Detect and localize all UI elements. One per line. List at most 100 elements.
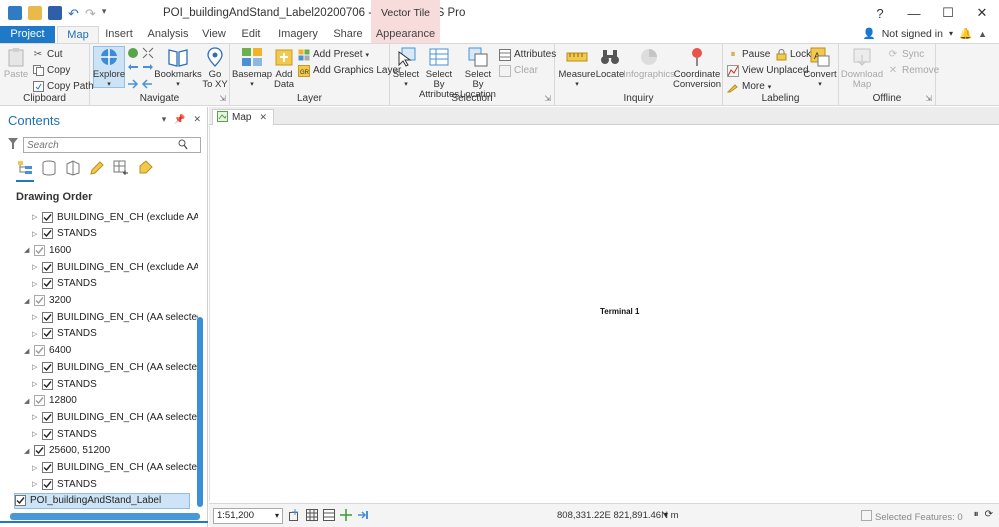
add-data-button[interactable]: Add Data [272, 46, 296, 90]
group-layer-row[interactable]: ◢ 3200 [24, 293, 71, 309]
scale-dropdown[interactable]: 1:51,200 ▾ [213, 508, 283, 524]
visibility-checkbox[interactable] [34, 445, 45, 457]
refresh-map-icon[interactable] [357, 509, 369, 521]
collapse-ribbon-icon[interactable]: ▲ [978, 29, 987, 39]
visibility-checkbox[interactable] [42, 261, 53, 273]
visibility-checkbox[interactable] [42, 311, 53, 323]
expand-caret-icon[interactable]: ▷ [32, 230, 40, 238]
bookmarks-button[interactable]: Bookmarks ▾ [154, 46, 202, 90]
select-by-location-button[interactable]: Select By Location [460, 46, 496, 100]
visibility-checkbox[interactable] [42, 228, 53, 240]
full-extent-icon[interactable] [127, 47, 139, 62]
collapse-caret-icon[interactable]: ◢ [24, 397, 32, 405]
expand-caret-icon[interactable]: ▷ [32, 363, 40, 371]
pane-options-icon[interactable]: ▾ [162, 114, 167, 125]
remove-offline-button[interactable]: ✕ Remove [887, 63, 939, 78]
visibility-checkbox[interactable] [42, 361, 53, 373]
list-by-drawing-order-icon[interactable] [16, 159, 34, 177]
layer-row[interactable]: ▷ BUILDING_EN_CH (AA selected) [32, 359, 198, 375]
vertical-scrollbar[interactable] [197, 317, 203, 507]
pause-drawing-icon[interactable]: ⏸ [974, 509, 979, 520]
zoom-to-selection-icon[interactable] [127, 79, 153, 92]
visibility-checkbox[interactable] [42, 428, 53, 440]
layer-row[interactable]: ▷ BUILDING_EN_CH (AA selected) [32, 409, 198, 425]
tab-project[interactable]: Project [0, 26, 55, 43]
more-labeling-button[interactable]: More ▾ [727, 79, 771, 94]
tab-edit[interactable]: Edit [236, 26, 266, 43]
add-preset-button[interactable]: Add Preset ▾ [298, 47, 369, 62]
visibility-checkbox[interactable] [42, 211, 53, 223]
layer-row[interactable]: ▷ BUILDING_EN_CH (AA selected) [32, 460, 198, 476]
navigate-launcher-icon[interactable]: ⇲ [219, 94, 226, 103]
select-button[interactable]: Select ▾ [393, 46, 419, 90]
expand-caret-icon[interactable]: ▷ [32, 413, 40, 421]
map-view-tab[interactable]: Map ✕ [212, 109, 274, 125]
expand-caret-icon[interactable]: ▷ [32, 213, 40, 221]
convert-labels-button[interactable]: A Convert ▾ [803, 46, 837, 90]
undo-icon[interactable]: ↶ [68, 6, 79, 21]
tab-insert[interactable]: Insert [100, 26, 138, 43]
list-by-selection-icon[interactable] [64, 159, 82, 177]
layer-row[interactable]: ▷ STANDS [32, 476, 97, 492]
attributes-button[interactable]: Attributes [499, 47, 556, 62]
search-icon[interactable] [178, 139, 188, 151]
list-by-labeling-icon[interactable] [136, 159, 154, 177]
selection-launcher-icon[interactable]: ⇲ [544, 94, 551, 103]
filter-icon[interactable] [8, 138, 18, 150]
view-unplaced-button[interactable]: View Unplaced [727, 63, 809, 78]
close-button[interactable]: ✕ [965, 0, 999, 26]
tab-appearance[interactable]: Appearance [371, 26, 440, 43]
group-layer-row[interactable]: ◢ 25600, 51200 [24, 443, 110, 459]
explore-button[interactable]: Explore ▾ [93, 46, 125, 90]
cut-button[interactable]: ✂ Cut [32, 47, 63, 62]
horizontal-scrollbar[interactable] [10, 513, 200, 520]
list-by-data-source-icon[interactable] [40, 159, 58, 177]
next-extent-icon[interactable] [142, 63, 154, 78]
visibility-checkbox[interactable] [42, 378, 53, 390]
tab-view[interactable]: View [198, 26, 230, 43]
visibility-checkbox[interactable] [34, 345, 45, 357]
layer-row[interactable]: ▷ STANDS [32, 226, 97, 242]
basemap-button[interactable]: Basemap ▾ [232, 46, 272, 90]
restore-button[interactable]: ☐ [931, 0, 965, 26]
select-by-attributes-button[interactable]: Select By Attributes [419, 46, 459, 100]
coordinate-conversion-button[interactable]: Coordinate Conversion [673, 46, 721, 90]
close-tab-icon[interactable]: ✕ [259, 112, 267, 123]
layer-row[interactable]: ▷ STANDS [32, 426, 97, 442]
layer-row[interactable]: ▷ BUILDING_EN_CH (exclude AA covered [32, 209, 198, 225]
copy-button[interactable]: Copy [32, 63, 70, 78]
visibility-checkbox[interactable] [34, 395, 45, 407]
notifications-icon[interactable]: 🔔 [959, 27, 972, 40]
expand-caret-icon[interactable]: ▷ [32, 313, 40, 321]
expand-caret-icon[interactable]: ▷ [32, 330, 40, 338]
tab-share[interactable]: Share [330, 26, 366, 43]
tab-imagery[interactable]: Imagery [276, 26, 320, 43]
list-by-snapping-icon[interactable] [112, 159, 130, 177]
expand-caret-icon[interactable]: ▷ [32, 263, 40, 271]
expand-caret-icon[interactable]: ▷ [32, 380, 40, 388]
visibility-checkbox[interactable] [42, 278, 53, 290]
expand-caret-icon[interactable]: ▷ [32, 464, 40, 472]
close-pane-icon[interactable]: ✕ [193, 114, 201, 125]
customize-qat-icon[interactable]: ▾ [102, 6, 107, 20]
top-layer-row[interactable]: POI_buildingAndStand_Label [14, 492, 190, 509]
refresh-icon[interactable]: ⟳ [985, 509, 993, 520]
copy-path-button[interactable]: Copy Path [32, 79, 94, 94]
add-graphics-layer-button[interactable]: GR Add Graphics Layer [298, 63, 401, 78]
layer-row[interactable]: ▷ STANDS [32, 376, 97, 392]
save-project-icon[interactable] [48, 6, 62, 20]
collapse-caret-icon[interactable]: ◢ [24, 447, 32, 455]
expand-caret-icon[interactable]: ▷ [32, 280, 40, 288]
user-area[interactable]: 👤 Not signed in ▾ 🔔 ▲ [863, 27, 987, 41]
selected-features-indicator[interactable]: Selected Features: 0 [861, 510, 963, 524]
list-by-editing-icon[interactable] [88, 159, 106, 177]
tab-map[interactable]: Map [57, 26, 99, 43]
visibility-checkbox[interactable] [34, 244, 45, 256]
open-project-icon[interactable] [28, 6, 42, 20]
redo-icon[interactable]: ↷ [85, 6, 96, 21]
layer-row[interactable]: ▷ BUILDING_EN_CH (AA selected) [32, 309, 198, 325]
visibility-checkbox[interactable] [42, 462, 53, 473]
go-to-xy-button[interactable]: Go To XY [202, 46, 228, 90]
collapse-caret-icon[interactable]: ◢ [24, 297, 32, 305]
pause-labeling-button[interactable]: ⏸ Pause [727, 47, 771, 62]
